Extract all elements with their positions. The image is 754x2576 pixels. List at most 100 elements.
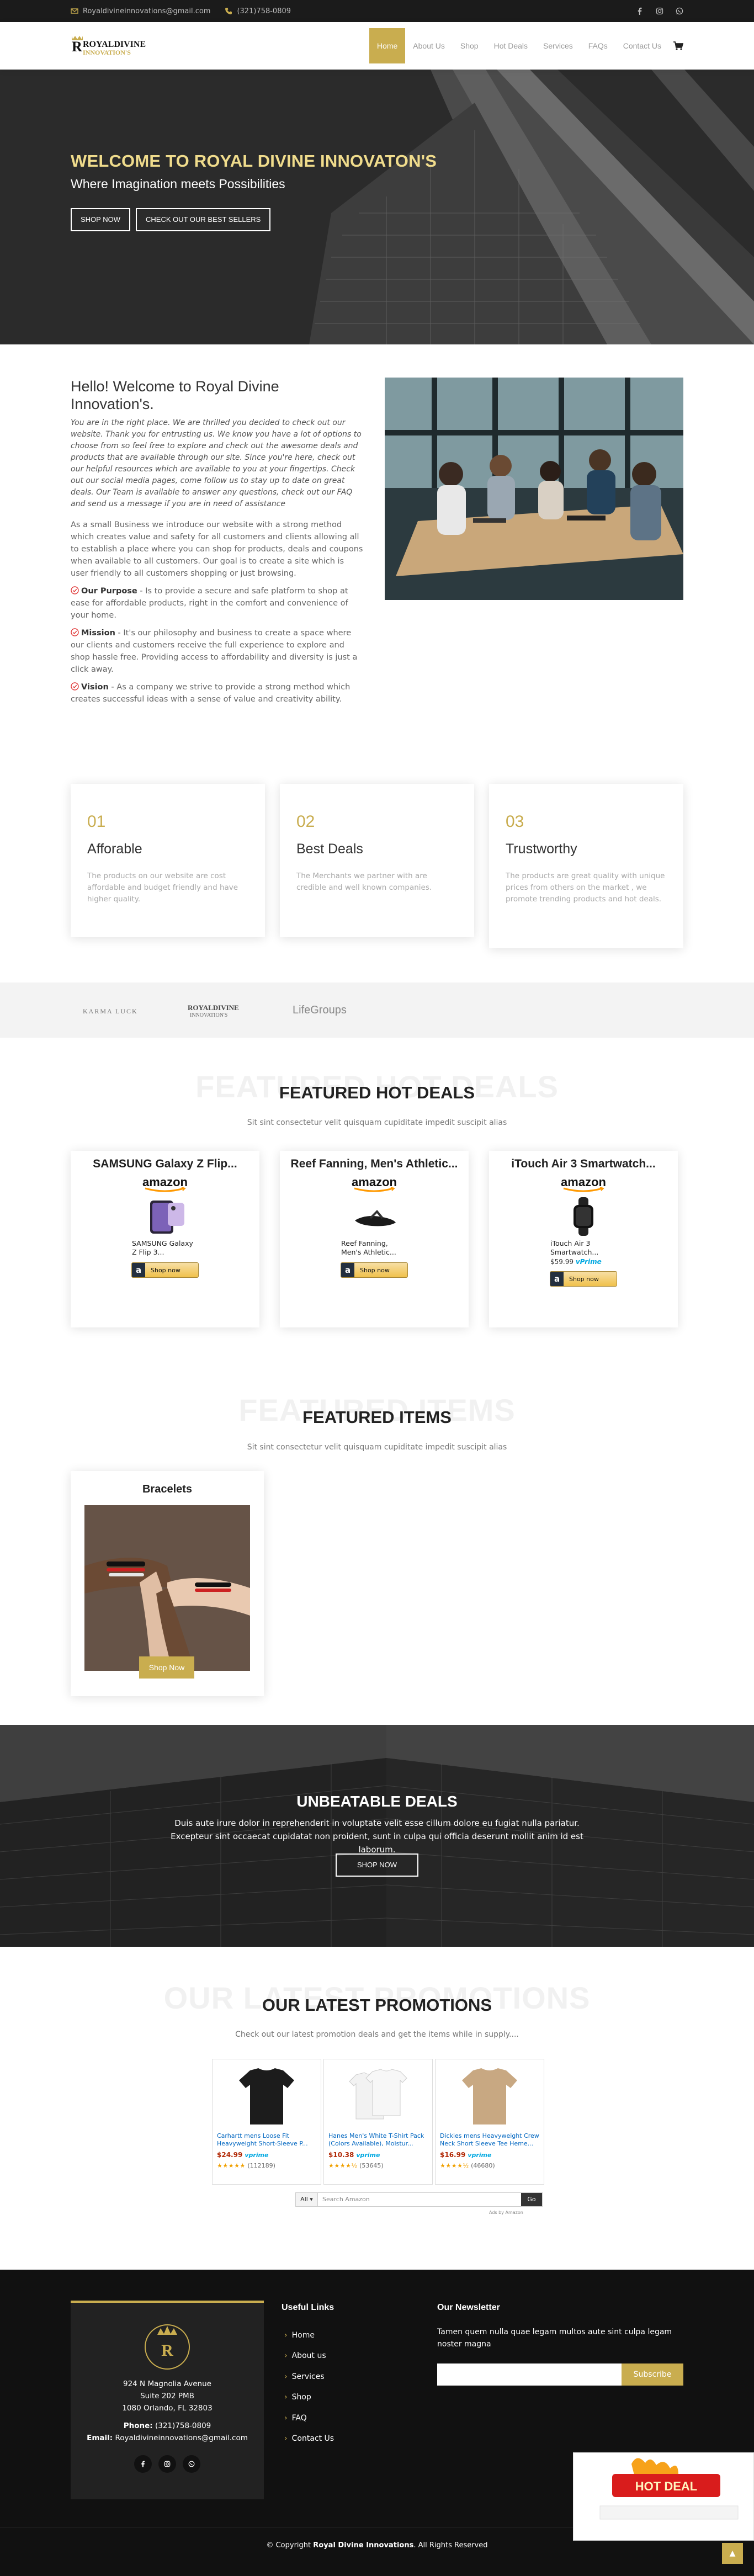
amazon-search-input[interactable]: Search Amazon [318, 2193, 521, 2206]
items-title: FEATURED ITEMS [302, 1407, 452, 1427]
facebook-icon[interactable] [636, 7, 644, 15]
newsletter-email-input[interactable] [437, 2363, 622, 2386]
chevron-right-icon: › [284, 2351, 288, 2361]
footer-link-home[interactable]: › Home [284, 2325, 334, 2346]
shop-now-button[interactable]: Shop Now [139, 1656, 194, 1679]
svg-text:INNOVATION'S: INNOVATION'S [190, 1012, 227, 1018]
site-logo[interactable]: R ROYALDIVINE INNOVATION'S [71, 35, 164, 57]
nav-services[interactable]: Services [535, 28, 581, 63]
footer-email[interactable]: Royaldivineinnovations@gmail.com [115, 2434, 247, 2442]
cart-icon[interactable] [673, 41, 683, 50]
back-to-top-button[interactable]: ▲ [722, 2543, 743, 2564]
deals-title: FEATURED HOT DEALS [279, 1083, 475, 1102]
topbar-phone[interactable]: (321)758-0809 [225, 7, 291, 15]
feature-title: Afforable [87, 841, 142, 857]
newsletter-text: Tamen quem nulla quae legam multos aute … [437, 2328, 672, 2349]
envelope-icon [71, 8, 78, 14]
topbar-email[interactable]: Royaldivineinnovations@gmail.com [71, 7, 210, 15]
promo-product-price: $10.38 vprime [328, 2151, 380, 2159]
shop-now-amazon-button[interactable]: a Shop now [550, 1271, 617, 1287]
feature-number: 02 [296, 812, 315, 831]
amazon-a-icon: a [132, 1263, 145, 1277]
shop-now-amazon-button[interactable]: a Shop now [131, 1262, 199, 1278]
promo-product-name[interactable]: Dickies mens Heavyweight Crew Neck Short… [440, 2132, 539, 2148]
chevron-right-icon: › [284, 2434, 288, 2444]
promo-product-rating: ★★★★½ (46680) [440, 2162, 495, 2169]
footer-links-title: Useful Links [282, 2303, 334, 2312]
chevron-right-icon: › [284, 2413, 288, 2423]
banner-shop-now-button[interactable]: SHOP NOW [336, 1853, 418, 1877]
nav-shop[interactable]: Shop [453, 28, 486, 63]
site-header: R ROYALDIVINE INNOVATION'S Home About Us… [0, 22, 754, 70]
nav-faqs[interactable]: FAQs [581, 28, 615, 63]
amazon-search-go-button[interactable]: Go [521, 2193, 542, 2206]
nav-home[interactable]: Home [369, 28, 406, 63]
promotions-subtitle: Check out our latest promotion deals and… [235, 2030, 519, 2039]
about-title: Hello! Welcome to Royal Divine Innovatio… [71, 378, 279, 412]
deal-card-title: Reef Fanning, Men's Athletic... [290, 1157, 458, 1170]
nav-hot-deals[interactable]: Hot Deals [486, 28, 535, 63]
nav-contact-us[interactable]: Contact Us [615, 28, 669, 63]
footer-instagram-link[interactable] [158, 2455, 176, 2473]
hot-deal-popup[interactable]: HOT DEAL [573, 2452, 754, 2541]
feature-card-best-deals: 02 Best Deals The Merchants we partner w… [280, 784, 474, 937]
about-intro: You are in the right place. We are thril… [71, 418, 362, 508]
whatsapp-icon [188, 2461, 195, 2467]
feature-desc: The Merchants we partner with are credib… [296, 872, 432, 892]
about-vision: Vision - As a company we strive to provi… [71, 682, 351, 704]
promo-product-card[interactable]: Dickies mens Heavyweight Crew Neck Short… [435, 2059, 544, 2185]
whatsapp-icon[interactable] [676, 7, 683, 15]
deal-card-title: SAMSUNG Galaxy Z Flip... [93, 1157, 237, 1170]
svg-text:INNOVATION'S: INNOVATION'S [83, 49, 131, 56]
deal-card[interactable]: Reef Fanning, Men's Athletic... amazon R… [280, 1151, 469, 1327]
footer-crest-logo-icon: R [145, 2324, 190, 2370]
amazon-logo: amazon [352, 1175, 397, 1189]
item-card-bracelets[interactable]: Bracelets Shop Now [71, 1471, 264, 1696]
promo-product-rating: ★★★★★ (112189) [217, 2162, 275, 2169]
deal-product-name: Reef Fanning, Men's Athletic... [341, 1239, 396, 1256]
footer-link-contact[interactable]: › Contact Us [284, 2429, 334, 2450]
footer-link-shop[interactable]: › Shop [284, 2387, 334, 2408]
footer-link-faq[interactable]: › FAQ [284, 2408, 334, 2429]
hero-section: WELCOME TO ROYAL DIVINE INNOVATON'S Wher… [0, 70, 754, 344]
footer-address: 924 N Magnolia Avenue Suite 202 PMB 1080… [122, 2380, 213, 2413]
phone-icon [225, 8, 232, 14]
banner-text: Duis aute irure dolor in reprehenderit i… [171, 1818, 583, 1855]
promo-product-name[interactable]: Carhartt mens Loose Fit Heavyweight Shor… [217, 2132, 316, 2148]
promo-product-name[interactable]: Hanes Men's White T-Shirt Pack (Colors A… [328, 2132, 428, 2148]
svg-text:KARMA LUCK: KARMA LUCK [83, 1007, 138, 1015]
shop-now-amazon-button[interactable]: a Shop now [341, 1262, 408, 1278]
search-category-select[interactable]: All ▾ [296, 2193, 318, 2206]
instagram-icon[interactable] [656, 7, 663, 15]
promo-product-card[interactable]: Carhartt mens Loose Fit Heavyweight Shor… [212, 2059, 321, 2185]
about-mission: Mission - It's our philosophy and busine… [71, 628, 358, 674]
promo-product-price: $16.99 vprime [440, 2151, 492, 2159]
deal-card[interactable]: iTouch Air 3 Smartwatch... amazon iTouch… [489, 1151, 678, 1327]
hero-title: WELCOME TO ROYAL DIVINE INNOVATON'S [71, 151, 437, 171]
items-subtitle: Sit sint consectetur velit quisquam cupi… [247, 1443, 507, 1452]
chevron-right-icon: › [284, 2330, 288, 2340]
hero-best-sellers-button[interactable]: CHECK OUT OUR BEST SELLERS [136, 208, 271, 231]
feature-card-afforable: 01 Afforable The products on our website… [71, 784, 265, 937]
footer-link-about[interactable]: › About us [284, 2346, 334, 2367]
deal-card-title: iTouch Air 3 Smartwatch... [511, 1157, 656, 1170]
newsletter-subscribe-button[interactable]: Subscribe [622, 2363, 683, 2386]
chevron-right-icon: › [284, 2372, 288, 2381]
main-nav: Home About Us Shop Hot Deals Services FA… [369, 22, 683, 70]
check-circle-icon [71, 682, 79, 691]
footer-link-services[interactable]: › Services [284, 2366, 334, 2387]
about-body: As a small Business we introduce our web… [71, 520, 363, 578]
deal-card[interactable]: SAMSUNG Galaxy Z Flip... amazon SAMSUNG … [71, 1151, 259, 1327]
footer-whatsapp-link[interactable] [183, 2455, 200, 2473]
promo-product-card[interactable]: Hanes Men's White T-Shirt Pack (Colors A… [323, 2059, 433, 2185]
check-circle-icon [71, 586, 79, 594]
hero-shop-now-button[interactable]: SHOP NOW [71, 208, 130, 231]
footer-facebook-link[interactable] [134, 2455, 152, 2473]
footer-phone[interactable]: (321)758-0809 [155, 2421, 211, 2430]
svg-text:ROYALDIVINE: ROYALDIVINE [188, 1003, 239, 1012]
nav-about-us[interactable]: About Us [405, 28, 453, 63]
amazon-a-icon: a [341, 1263, 354, 1277]
feature-title: Trustworthy [506, 841, 577, 857]
about-purpose: Our Purpose - Is to provide a secure and… [71, 586, 348, 620]
promo-product-price: $24.99 vprime [217, 2151, 269, 2159]
